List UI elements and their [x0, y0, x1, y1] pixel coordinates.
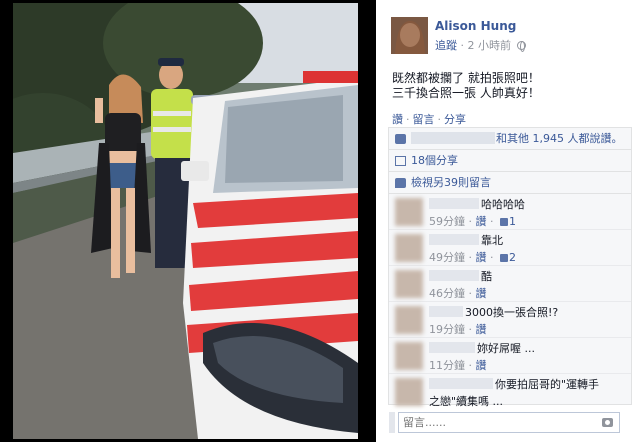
likes-summary: 和其他 1,945 人都說讚。: [389, 128, 631, 150]
actions-separator: ·: [437, 113, 442, 126]
comment-meta: 49分鐘 · 讚 · 2: [429, 251, 516, 264]
author-avatar[interactable]: [391, 17, 428, 54]
camera-icon[interactable]: [602, 418, 613, 427]
commenter-avatar[interactable]: [395, 378, 423, 406]
post-photo[interactable]: [13, 3, 358, 439]
commenter-name-redacted[interactable]: [429, 270, 479, 281]
liker-name-redacted[interactable]: [411, 132, 495, 144]
comment-item: 妳好屌喔 ... 11分鐘 · 讚: [389, 338, 631, 374]
viewer-avatar: [389, 412, 395, 433]
comment-like-link[interactable]: 讚: [476, 251, 487, 264]
comment-like-link[interactable]: 讚: [476, 215, 487, 228]
police-car: [181, 71, 358, 439]
comment-item: 你要拍屈哥的"運轉手 之戀"續集嗎 ...: [389, 374, 631, 408]
comment-text: 你要拍屈哥的"運轉手: [495, 378, 600, 391]
author-avatar-image: [391, 17, 428, 54]
comment-panel: Alison Hung 追蹤 · 2 小時前 既然都被攔了 就拍張照吧！ 三千換…: [376, 0, 640, 442]
comment-time[interactable]: 49分鐘: [429, 251, 465, 264]
commenter-name-redacted[interactable]: [429, 306, 463, 317]
post-time[interactable]: 2 小時前: [468, 39, 512, 52]
comment-text-continued: 之戀"續集嗎 ...: [429, 395, 504, 408]
comment-like-count[interactable]: 2: [509, 251, 516, 264]
comment-item: 哈哈哈哈 59分鐘 · 讚 · 1: [389, 194, 631, 230]
comment-like-link[interactable]: 讚: [476, 323, 487, 336]
comment-time[interactable]: 59分鐘: [429, 215, 465, 228]
post-meta: 追蹤 · 2 小時前: [435, 37, 526, 53]
like-action[interactable]: 讚: [392, 113, 403, 126]
author-name-link[interactable]: Alison Hung: [435, 19, 516, 33]
photo-illustration: [13, 3, 358, 439]
comment-time[interactable]: 46分鐘: [429, 287, 465, 300]
commenter-name-redacted[interactable]: [429, 378, 493, 389]
comment-item: 3000換一張合照!? 19分鐘 · 讚: [389, 302, 631, 338]
post-text: 既然都被攔了 就拍張照吧！ 三千換合照一張 人帥真好！: [392, 71, 540, 101]
follow-link[interactable]: 追蹤: [435, 39, 457, 52]
comment-time[interactable]: 19分鐘: [429, 323, 465, 336]
comment-item: 靠北 49分鐘 · 讚 · 2: [389, 230, 631, 266]
view-more-comments: 檢視另39則留言: [389, 172, 631, 194]
comment-like-link[interactable]: 讚: [476, 359, 487, 372]
comment-like-count[interactable]: 1: [509, 215, 516, 228]
view-comments-link[interactable]: 檢視另39則留言: [411, 176, 491, 189]
comment-text: 妳好屌喔 ...: [477, 342, 535, 355]
post-text-line2: 三千換合照一張 人帥真好！: [392, 86, 540, 100]
comment-like-link[interactable]: 讚: [476, 287, 487, 300]
photo-viewer: [0, 0, 376, 442]
comment-meta: 46分鐘 · 讚: [429, 287, 487, 300]
commenter-name-redacted[interactable]: [429, 234, 479, 245]
commenter-name-redacted[interactable]: [429, 198, 479, 209]
like-icon: [500, 218, 508, 226]
like-icon: [500, 254, 508, 262]
meta-separator: ·: [460, 39, 468, 52]
commenter-avatar[interactable]: [395, 198, 423, 226]
shares-summary: 18個分享: [389, 150, 631, 172]
comment-text: 靠北: [481, 234, 503, 247]
commenter-name-redacted[interactable]: [429, 342, 475, 353]
share-icon: [395, 156, 406, 166]
commenter-avatar[interactable]: [395, 234, 423, 262]
comment-meta: 19分鐘 · 讚: [429, 323, 487, 336]
commenter-avatar[interactable]: [395, 306, 423, 334]
comment-item: 酷 46分鐘 · 讚: [389, 266, 631, 302]
comment-text: 酷: [481, 270, 492, 283]
comment-action[interactable]: 留言: [413, 113, 435, 126]
commenter-avatar[interactable]: [395, 270, 423, 298]
shares-link[interactable]: 18個分享: [411, 154, 458, 167]
comment-input[interactable]: [399, 413, 589, 432]
comment-text: 哈哈哈哈: [481, 198, 525, 211]
feedback-panel: 和其他 1,945 人都說讚。 18個分享 檢視另39則留言 哈哈哈哈 59分鐘…: [388, 127, 632, 408]
post-text-line1: 既然都被攔了 就拍張照吧！: [392, 71, 540, 85]
globe-icon: [516, 41, 526, 52]
comment-meta: 59分鐘 · 讚 · 1: [429, 215, 516, 228]
comment-composer: [398, 412, 620, 433]
commenter-avatar[interactable]: [395, 342, 423, 370]
share-action[interactable]: 分享: [444, 113, 466, 126]
comments-icon: [395, 178, 406, 188]
actions-separator: ·: [406, 113, 410, 126]
comment-meta: 11分鐘 · 讚: [429, 359, 487, 372]
post-header: Alison Hung 追蹤 · 2 小時前: [376, 0, 640, 62]
like-icon: [395, 134, 406, 144]
likes-count-link[interactable]: 和其他 1,945 人都說讚。: [496, 132, 622, 145]
comment-time[interactable]: 11分鐘: [429, 359, 465, 372]
post-actions: 讚 · 留言 · 分享: [392, 111, 466, 127]
comment-text: 3000換一張合照!?: [465, 306, 559, 319]
